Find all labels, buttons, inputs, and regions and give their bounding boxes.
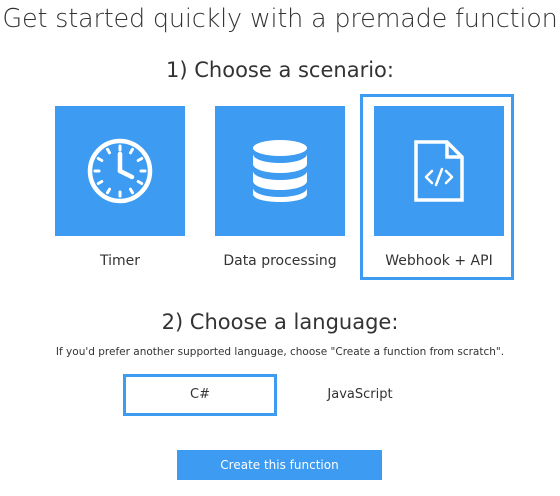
scenario-tile-webhook-api[interactable] <box>374 106 504 236</box>
page-title: Get started quickly with a premade funct… <box>2 4 558 34</box>
language-hint: If you'd prefer another supported langua… <box>55 346 505 358</box>
scenario-tile-timer[interactable] <box>55 106 185 236</box>
create-function-button[interactable]: Create this function <box>177 450 382 480</box>
scenario-tile-data-processing[interactable] <box>215 106 345 236</box>
clock-icon <box>87 138 153 204</box>
language-option-csharp[interactable]: C# <box>123 374 277 416</box>
language-heading: 2) Choose a language: <box>161 310 399 334</box>
scenario-label-timer[interactable]: Timer <box>55 253 185 269</box>
database-icon <box>253 140 307 202</box>
scenario-label-data-processing[interactable]: Data processing <box>210 253 350 269</box>
language-option-javascript[interactable]: JavaScript <box>283 374 437 416</box>
code-file-icon <box>414 140 464 202</box>
scenario-label-webhook-api[interactable]: Webhook + API <box>374 253 504 269</box>
scenario-heading: 1) Choose a scenario: <box>166 58 394 82</box>
